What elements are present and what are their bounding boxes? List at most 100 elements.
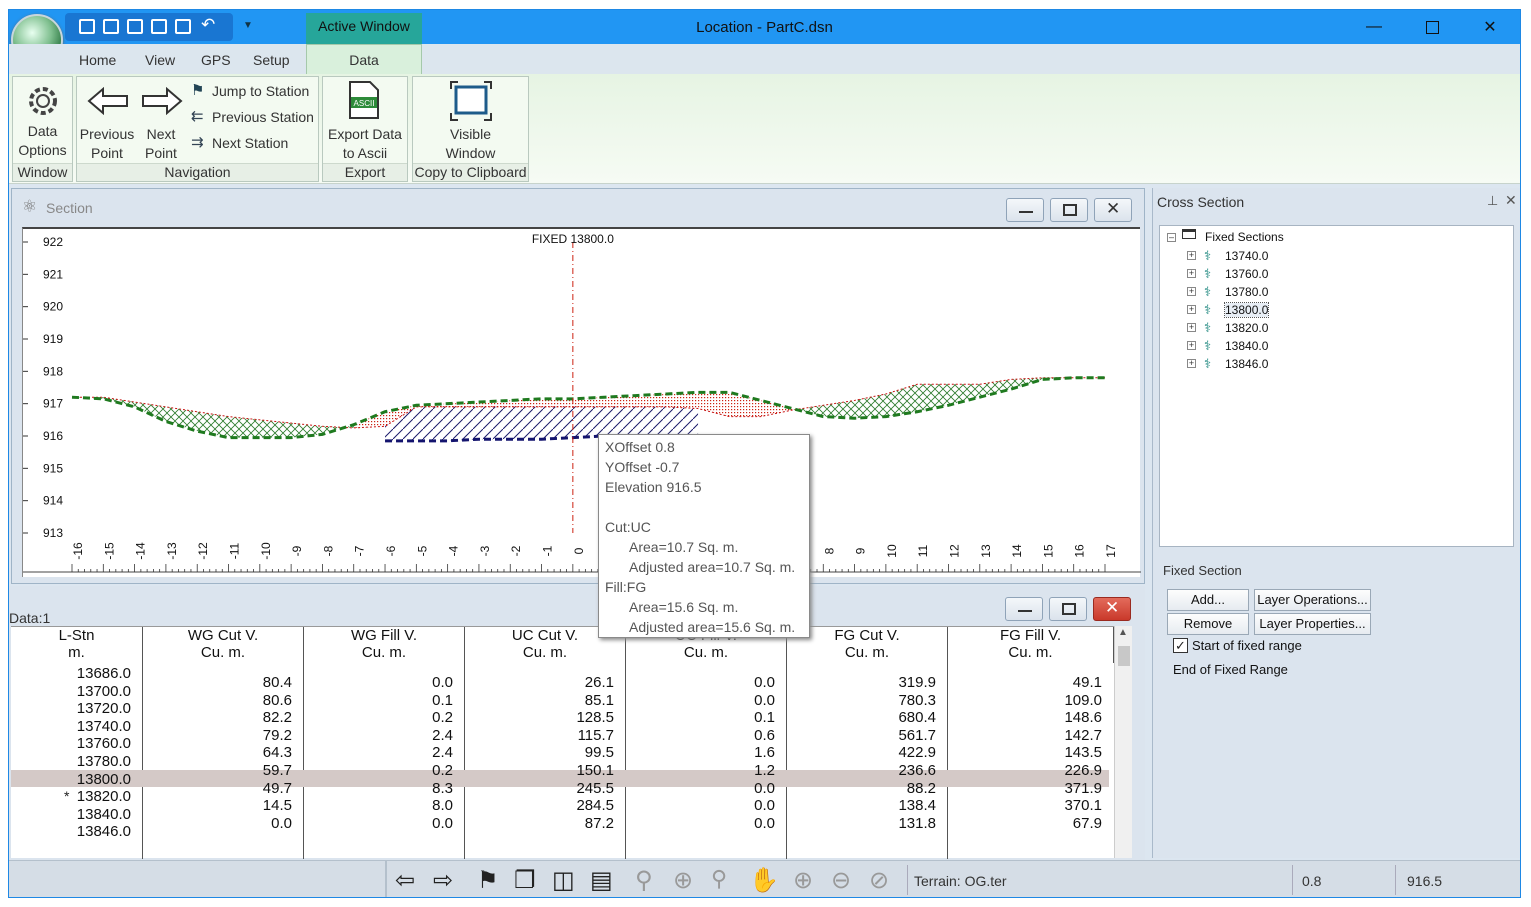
table-cell[interactable]: 49.7 xyxy=(143,780,292,797)
table-cell[interactable]: 0.0 xyxy=(143,815,292,832)
fixed-sections-tree[interactable]: – Fixed Sections + ⚕ 13740.0 + ⚕ 13760.0 + ⚕ 137… xyxy=(1159,225,1514,547)
tree-item-13740.0[interactable]: 13740.0 xyxy=(1225,249,1268,263)
table-cell[interactable]: 0.2 xyxy=(304,762,453,779)
table-cell[interactable]: 131.8 xyxy=(787,815,936,832)
maximize-button[interactable] xyxy=(1403,10,1461,44)
table-cell[interactable]: 87.2 xyxy=(465,815,614,832)
tree-item-13800.0[interactable]: 13800.0 xyxy=(1223,302,1270,318)
table-cell[interactable]: 49.1 xyxy=(948,674,1102,691)
new-file-icon[interactable] xyxy=(79,19,95,34)
table-cell[interactable]: 80.4 xyxy=(143,674,292,691)
expand-icon[interactable]: + xyxy=(1187,305,1196,314)
table-cell[interactable]: 780.3 xyxy=(787,692,936,709)
table-cell[interactable]: 14.5 xyxy=(143,797,292,814)
table-cell[interactable]: 59.7 xyxy=(143,762,292,779)
table-cell[interactable]: 148.6 xyxy=(948,709,1102,726)
table-cell[interactable]: 1.6 xyxy=(626,744,775,761)
data-options-button[interactable]: Data Options xyxy=(13,77,72,161)
next-station-button[interactable]: ⇉ Next Station xyxy=(189,133,317,155)
import-icon[interactable] xyxy=(151,19,167,34)
table-cell[interactable]: 142.7 xyxy=(948,727,1102,744)
scroll-up-icon[interactable]: ▲ xyxy=(1118,627,1128,638)
table-cell[interactable]: 0.1 xyxy=(626,709,775,726)
table-cell[interactable]: 80.6 xyxy=(143,692,292,709)
table-cell[interactable]: 128.5 xyxy=(465,709,614,726)
data-close-button[interactable]: ✕ xyxy=(1093,597,1131,621)
scroll-thumb[interactable] xyxy=(1118,646,1130,666)
jump-to-station-button[interactable]: ⚑ Jump to Station xyxy=(189,81,317,103)
station-cell[interactable]: 13760.0 xyxy=(11,735,131,752)
arrow-left-icon[interactable]: ⇦ xyxy=(395,866,425,894)
table-cell[interactable]: 82.2 xyxy=(143,709,292,726)
tab-home[interactable]: Home xyxy=(79,52,116,68)
table-cell[interactable]: 0.1 xyxy=(304,692,453,709)
expand-icon[interactable]: + xyxy=(1187,323,1196,332)
table-cell[interactable]: 0.0 xyxy=(304,815,453,832)
expand-icon[interactable]: + xyxy=(1187,251,1196,260)
next-point-button[interactable]: Next Point xyxy=(137,77,185,161)
arrow-right-icon[interactable]: ⇨ xyxy=(433,866,463,894)
table-cell[interactable]: 370.1 xyxy=(948,797,1102,814)
expand-icon[interactable]: + xyxy=(1187,359,1196,368)
table-cell[interactable]: 88.2 xyxy=(787,780,936,797)
table-cell[interactable]: 0.2 xyxy=(304,709,453,726)
table-cell[interactable]: 0.0 xyxy=(304,674,453,691)
layer-operations-button[interactable]: Layer Operations... xyxy=(1254,589,1371,611)
table-cell[interactable]: 8.0 xyxy=(304,797,453,814)
data-scrollbar[interactable]: ▲ xyxy=(1114,626,1132,858)
table-cell[interactable]: 2.4 xyxy=(304,744,453,761)
table-cell[interactable]: 319.9 xyxy=(787,674,936,691)
visible-window-button[interactable]: Visible Window xyxy=(413,77,528,161)
table-cell[interactable]: 2.4 xyxy=(304,727,453,744)
table-cell[interactable]: 64.3 xyxy=(143,744,292,761)
tree-item-13846.0[interactable]: 13846.0 xyxy=(1225,357,1268,371)
column-header[interactable]: L-Stn m. xyxy=(11,627,143,663)
previous-point-button[interactable]: Previous Point xyxy=(77,77,137,161)
station-cell[interactable]: 13740.0 xyxy=(11,718,131,735)
column-header[interactable]: FG Fill V. Cu. m. xyxy=(948,627,1114,663)
table-cell[interactable]: 226.9 xyxy=(948,762,1102,779)
table-cell[interactable]: 0.0 xyxy=(626,674,775,691)
zoom-in-icon[interactable]: ⊕ xyxy=(793,866,823,894)
pan-hand-icon[interactable]: ✋ xyxy=(749,866,779,894)
zoom-window-icon[interactable]: ⊕ xyxy=(673,866,703,894)
station-cell[interactable]: 13820.0 xyxy=(11,788,131,805)
table-cell[interactable]: 0.0 xyxy=(626,780,775,797)
data-minimize-button[interactable] xyxy=(1005,597,1043,621)
tab-setup[interactable]: Setup xyxy=(253,52,290,68)
start-fixed-checkbox[interactable]: ✓ xyxy=(1173,638,1188,653)
close-button[interactable]: ✕ xyxy=(1461,10,1519,44)
cascade-windows-icon[interactable]: ❐ xyxy=(514,866,544,894)
table-cell[interactable]: 79.2 xyxy=(143,727,292,744)
station-cell[interactable]: 13700.0 xyxy=(11,683,131,700)
table-cell[interactable]: 8.3 xyxy=(304,780,453,797)
pin-icon[interactable]: ⊥ xyxy=(1487,193,1498,209)
section-chart[interactable]: FIXED 13800.0922921920919918917916915914… xyxy=(23,229,1141,579)
table-cell[interactable]: 143.5 xyxy=(948,744,1102,761)
tree-item-13820.0[interactable]: 13820.0 xyxy=(1225,321,1268,335)
remove-button[interactable]: Remove xyxy=(1167,613,1249,635)
save-icon[interactable] xyxy=(127,19,143,34)
tree-item-13780.0[interactable]: 13780.0 xyxy=(1225,285,1268,299)
table-cell[interactable]: 109.0 xyxy=(948,692,1102,709)
minimize-button[interactable]: — xyxy=(1345,10,1403,44)
tree-item-13840.0[interactable]: 13840.0 xyxy=(1225,339,1268,353)
qat-customize-icon[interactable]: ▼ xyxy=(243,20,253,31)
expand-icon[interactable]: + xyxy=(1187,269,1196,278)
section-plot[interactable]: FIXED 13800.0 922 921 920 919 918 917 916 915 914… xyxy=(22,227,1141,579)
undo-icon[interactable]: ↶ xyxy=(201,15,215,35)
table-cell[interactable]: 0.0 xyxy=(626,692,775,709)
table-cell[interactable]: 245.5 xyxy=(465,780,614,797)
station-cell[interactable]: 13840.0 xyxy=(11,806,131,823)
export-ascii-button[interactable]: ASCII Export Data to Ascii xyxy=(323,77,407,161)
panel-close-icon[interactable]: ✕ xyxy=(1505,192,1517,209)
table-cell[interactable]: 561.7 xyxy=(787,727,936,744)
table-cell[interactable]: 0.0 xyxy=(626,797,775,814)
table-cell[interactable]: 284.5 xyxy=(465,797,614,814)
lock-icon[interactable]: ⚲ xyxy=(711,866,741,894)
data-grid[interactable]: L-Stn m. WG Cut V. Cu. m. WG Fill V. Cu. m. UC… xyxy=(11,626,1114,859)
tab-view[interactable]: View xyxy=(145,52,175,68)
zoom-icon[interactable]: ⚲ xyxy=(635,866,665,894)
table-cell[interactable]: 680.4 xyxy=(787,709,936,726)
tab-gps[interactable]: GPS xyxy=(201,52,231,68)
